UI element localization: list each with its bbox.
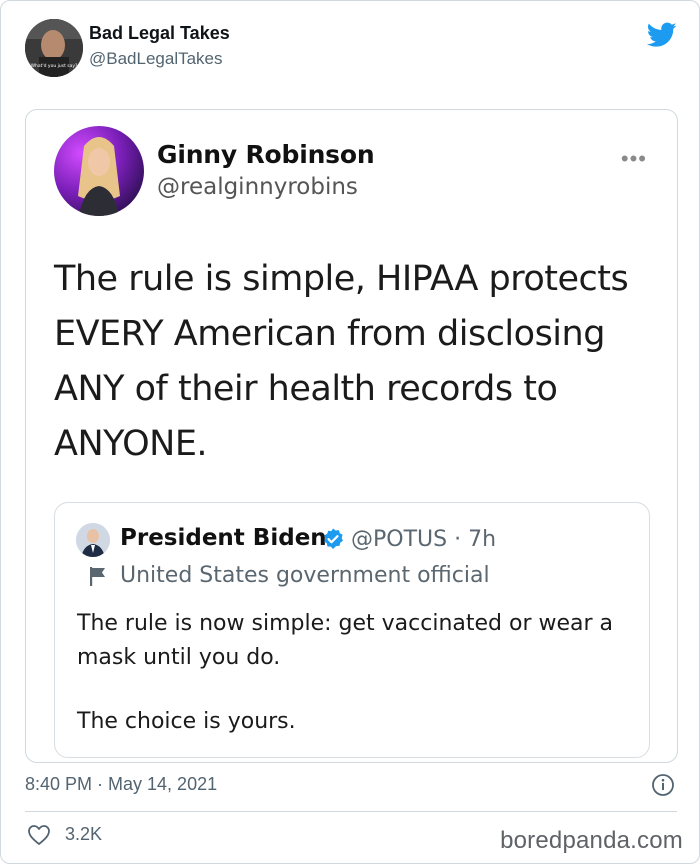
embedded-tweet-line: ANY of their health records to (54, 369, 558, 409)
embedded-tweet-line: EVERY American from disclosing (54, 314, 605, 354)
more-options-icon: ••• (620, 146, 647, 171)
quoted-avatar (76, 523, 110, 557)
embedded-tweet-screenshot: Ginny Robinson @realginnyrobins ••• The … (25, 109, 678, 763)
embedded-tweet-text: The rule is simple, HIPAA protects EVERY… (54, 252, 654, 472)
tweet-header: What'd you just say? Bad Legal Takes @Ba… (25, 17, 685, 81)
government-official-label: United States government official (120, 563, 490, 588)
tweet-card: What'd you just say? Bad Legal Takes @Ba… (0, 0, 700, 864)
embedded-author-name: Ginny Robinson (157, 140, 375, 169)
author-handle[interactable]: @BadLegalTakes (89, 49, 223, 69)
embedded-tweet-line: ANYONE. (54, 424, 208, 464)
twitter-bird-icon[interactable] (647, 21, 677, 49)
like-count[interactable]: 3.2K (65, 824, 102, 845)
author-name[interactable]: Bad Legal Takes (89, 23, 230, 44)
embedded-tweet-line: The rule is simple, HIPAA protects (54, 259, 629, 299)
embedded-avatar (54, 126, 144, 216)
quoted-tweet-text-2: The choice is yours. (77, 709, 296, 734)
quoted-handle-time: @POTUS · 7h (351, 527, 497, 552)
avatar-caption: What'd you just say? (31, 63, 78, 69)
quoted-tweet: President Biden @POTUS · 7h United State… (54, 502, 650, 758)
divider (25, 811, 677, 812)
verified-badge-icon (324, 528, 343, 549)
quoted-tweet-text: The rule is now simple: get vaccinated o… (77, 611, 614, 670)
author-avatar[interactable]: What'd you just say? (25, 19, 83, 77)
quoted-author-name: President Biden (120, 525, 327, 551)
flag-icon (90, 567, 105, 586)
tweet-timestamp[interactable]: 8:40 PM · May 14, 2021 (25, 774, 217, 795)
info-icon[interactable] (651, 773, 675, 797)
embedded-author-handle: @realginnyrobins (157, 174, 358, 200)
boredpanda-watermark: boredpanda.com (500, 827, 683, 854)
heart-icon[interactable] (27, 824, 51, 846)
